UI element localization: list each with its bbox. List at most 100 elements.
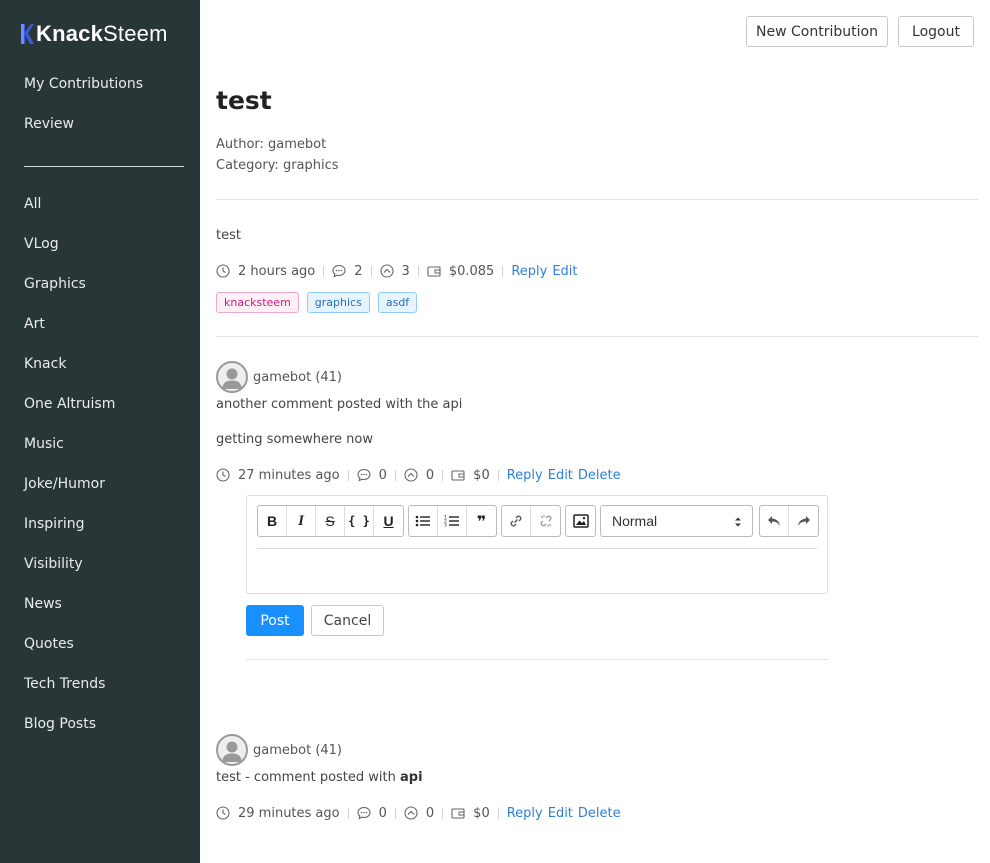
code-button[interactable]: { } bbox=[345, 506, 374, 536]
upvote-icon[interactable] bbox=[404, 468, 418, 482]
link-button[interactable] bbox=[502, 506, 531, 536]
image-toolbar-group bbox=[565, 505, 596, 537]
reply-link[interactable]: Reply bbox=[507, 806, 543, 821]
divider bbox=[216, 336, 978, 337]
post-actions: 2 hours ago 2 3 $0.085 Reply Edit bbox=[216, 261, 583, 281]
bullet-list-icon bbox=[415, 515, 430, 527]
redo-icon bbox=[797, 516, 810, 526]
comment-actions: 29 minutes ago 0 0 $0 Reply Edit Delete bbox=[216, 803, 626, 823]
sidebar-item-quotes[interactable]: Quotes bbox=[24, 636, 74, 652]
redo-button[interactable] bbox=[789, 506, 818, 536]
blockquote-button[interactable]: ❞ bbox=[467, 506, 496, 536]
comment-time: 27 minutes ago bbox=[238, 467, 340, 483]
wallet-icon bbox=[451, 806, 465, 820]
tag[interactable]: knacksteem bbox=[216, 292, 299, 313]
sidebar-item-art[interactable]: Art bbox=[24, 316, 45, 332]
separator bbox=[442, 807, 444, 819]
numbered-list-icon: 123 bbox=[444, 515, 459, 528]
sidebar-item-review[interactable]: Review bbox=[24, 116, 74, 132]
reply-link[interactable]: Reply bbox=[507, 468, 543, 483]
edit-link[interactable]: Edit bbox=[552, 264, 577, 279]
logout-button[interactable]: Logout bbox=[898, 16, 974, 47]
upvote-icon[interactable] bbox=[379, 264, 394, 278]
wallet-icon bbox=[451, 468, 465, 482]
tag[interactable]: graphics bbox=[306, 292, 370, 313]
post-author: Author: gamebot bbox=[216, 137, 327, 152]
underline-glyph: U bbox=[383, 513, 394, 529]
bold-button[interactable]: B bbox=[258, 506, 287, 536]
upvote-icon[interactable] bbox=[404, 806, 418, 820]
sidebar-item-vlog[interactable]: VLog bbox=[24, 236, 59, 252]
sidebar-item-knack[interactable]: Knack bbox=[24, 356, 66, 372]
edit-link[interactable]: Edit bbox=[548, 806, 573, 821]
reply-link[interactable]: Reply bbox=[511, 264, 547, 279]
link-icon bbox=[510, 515, 522, 527]
post-tags: knacksteem graphics asdf bbox=[216, 292, 418, 313]
sidebar-item-inspiring[interactable]: Inspiring bbox=[24, 516, 84, 532]
strikethrough-glyph: S bbox=[325, 513, 335, 529]
undo-button[interactable] bbox=[760, 506, 789, 536]
sidebar-item-visibility[interactable]: Visibility bbox=[24, 556, 83, 572]
image-icon bbox=[572, 514, 589, 528]
blockquote-glyph: ❞ bbox=[476, 511, 487, 531]
cancel-button[interactable]: Cancel bbox=[311, 605, 384, 636]
sidebar-item-blog-posts[interactable]: Blog Posts bbox=[24, 716, 96, 732]
underline-button[interactable]: U bbox=[374, 506, 403, 536]
separator bbox=[442, 469, 444, 481]
logo-text-bold: Knack bbox=[36, 21, 104, 46]
comment-text: getting somewhere now bbox=[216, 432, 373, 447]
separator bbox=[347, 807, 349, 819]
sidebar-item-news[interactable]: News bbox=[24, 596, 62, 612]
separator bbox=[323, 265, 325, 277]
sidebar-item-music[interactable]: Music bbox=[24, 436, 64, 452]
insert-image-button[interactable] bbox=[566, 506, 595, 536]
tag[interactable]: asdf bbox=[377, 292, 418, 313]
separator bbox=[497, 807, 499, 819]
numbered-list-button[interactable]: 123 bbox=[438, 506, 467, 536]
separator bbox=[394, 469, 396, 481]
sidebar-item-all[interactable]: All bbox=[24, 196, 41, 212]
post-category: Category: graphics bbox=[216, 158, 339, 173]
sidebar-item-tech-trends[interactable]: Tech Trends bbox=[24, 676, 105, 692]
sidebar-item-joke-humor[interactable]: Joke/Humor bbox=[24, 476, 105, 492]
post-comment-count: 2 bbox=[354, 263, 363, 279]
knack-logo-icon bbox=[20, 22, 34, 46]
post-time: 2 hours ago bbox=[238, 263, 316, 279]
editor-content-divider bbox=[257, 548, 817, 549]
comment-icon bbox=[357, 806, 371, 820]
comment-header: gamebot (41) bbox=[216, 361, 342, 393]
block-format-select[interactable]: Normal bbox=[600, 505, 753, 537]
italic-button[interactable]: I bbox=[287, 506, 316, 536]
separator bbox=[497, 469, 499, 481]
delete-link[interactable]: Delete bbox=[578, 468, 621, 483]
format-toolbar-group: B I S { } U bbox=[257, 505, 404, 537]
avatar[interactable] bbox=[216, 361, 248, 393]
bold-glyph: B bbox=[266, 513, 278, 529]
comment-text-prefix: test - comment posted with bbox=[216, 770, 400, 785]
list-toolbar-group: 123 ❞ bbox=[408, 505, 497, 537]
separator bbox=[347, 469, 349, 481]
italic-glyph: I bbox=[298, 512, 304, 529]
avatar[interactable] bbox=[216, 734, 248, 766]
comment-vote-count: 0 bbox=[425, 805, 435, 821]
sidebar-item-my-contributions[interactable]: My Contributions bbox=[24, 76, 143, 92]
delete-link[interactable]: Delete bbox=[578, 806, 621, 821]
strikethrough-button[interactable]: S bbox=[316, 506, 345, 536]
comment-payout: $0 bbox=[473, 805, 490, 821]
bullet-list-button[interactable] bbox=[409, 506, 438, 536]
sidebar-item-graphics[interactable]: Graphics bbox=[24, 276, 86, 292]
new-contribution-button[interactable]: New Contribution bbox=[746, 16, 888, 47]
app-logo[interactable]: KnackSteem bbox=[20, 20, 168, 48]
edit-link[interactable]: Edit bbox=[548, 468, 573, 483]
post-payout: $0.085 bbox=[448, 263, 495, 279]
post-button[interactable]: Post bbox=[246, 605, 304, 636]
post-body: test bbox=[216, 228, 241, 243]
unlink-button[interactable] bbox=[531, 506, 560, 536]
reply-editor: B I S { } U 123 ❞ Normal bbox=[246, 495, 828, 594]
comment-text: another comment posted with the api bbox=[216, 397, 463, 412]
sidebar-item-one-altruism[interactable]: One Altruism bbox=[24, 396, 115, 412]
comment-username[interactable]: gamebot (41) bbox=[253, 370, 342, 385]
comment-username[interactable]: gamebot (41) bbox=[253, 743, 342, 758]
divider bbox=[246, 659, 828, 660]
clock-icon bbox=[216, 264, 230, 278]
